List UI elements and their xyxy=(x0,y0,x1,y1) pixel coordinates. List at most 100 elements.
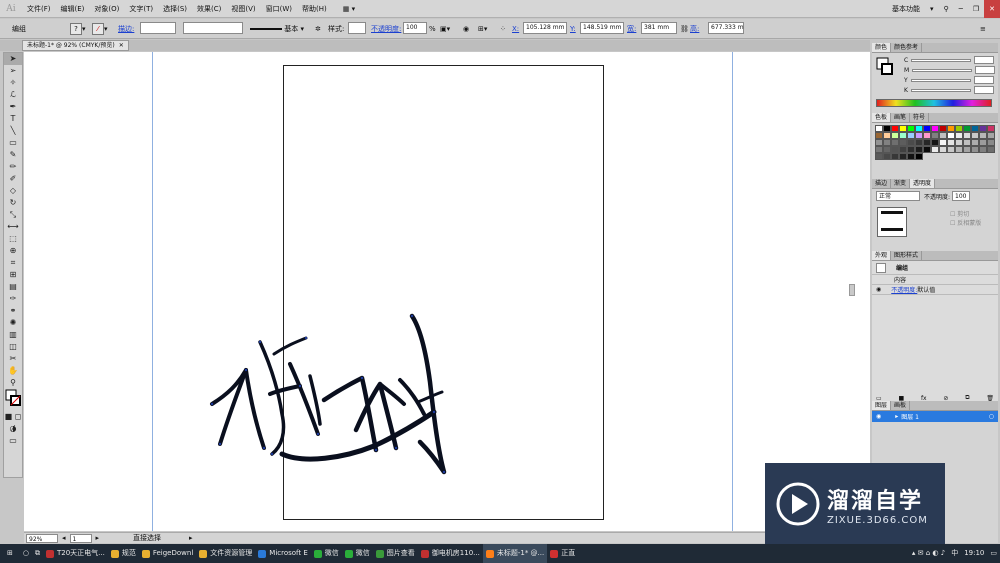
color-swatch[interactable] xyxy=(971,125,979,132)
maximize-button[interactable]: ❐ xyxy=(968,0,984,18)
workspace-switcher[interactable]: 基本功能 xyxy=(887,0,925,18)
color-swatch[interactable] xyxy=(931,125,939,132)
visibility-eye-icon[interactable]: ◉ xyxy=(876,286,881,293)
width-tool-icon[interactable]: ⟷ xyxy=(4,221,22,233)
color-swatch[interactable] xyxy=(899,132,907,139)
color-swatch[interactable] xyxy=(939,132,947,139)
gray-swatch[interactable] xyxy=(971,132,979,139)
gray-swatch[interactable] xyxy=(939,146,947,153)
gray-swatch[interactable] xyxy=(883,139,891,146)
panel-menu-icon[interactable]: ≡ xyxy=(980,22,986,36)
prev-artboard-icon[interactable]: ◂ xyxy=(62,534,66,542)
blend-mode-select[interactable]: 正常 xyxy=(876,191,920,201)
color-swatch[interactable] xyxy=(907,132,915,139)
appearance-opacity-row[interactable]: ◉ 不透明度: 默认值 xyxy=(872,285,998,295)
taskbar-item[interactable]: 规范 xyxy=(108,544,139,563)
shape-builder-tool-icon[interactable]: ⊕ xyxy=(4,245,22,257)
notification-icon[interactable]: ▭ xyxy=(987,544,1000,563)
ime-indicator[interactable]: 中 xyxy=(948,544,961,563)
canvas-area[interactable] xyxy=(24,52,870,531)
line-tool-icon[interactable]: ╲ xyxy=(4,125,22,137)
stroke-color-icon[interactable]: ⁄ ▾ xyxy=(92,22,108,36)
color-swatch[interactable] xyxy=(915,125,923,132)
hand-tool-icon[interactable]: ✋ xyxy=(4,365,22,377)
eraser-tool-icon[interactable]: ◇ xyxy=(4,185,22,197)
gray-swatch[interactable] xyxy=(891,139,899,146)
tab-brushes[interactable]: 画笔 xyxy=(891,113,911,122)
color-fill-stroke-icon[interactable] xyxy=(876,57,894,79)
lasso-tool-icon[interactable]: ℒ xyxy=(4,89,22,101)
gray-swatch[interactable] xyxy=(939,139,947,146)
gray-swatch[interactable] xyxy=(875,153,883,160)
tab-graphic-styles[interactable]: 图形样式 xyxy=(891,251,923,260)
variable-width-profile[interactable] xyxy=(183,22,243,34)
gradient-tool-icon[interactable]: ▤ xyxy=(4,281,22,293)
gray-swatch[interactable] xyxy=(971,146,979,153)
tab-layers[interactable]: 图层 xyxy=(872,401,892,410)
gray-swatch[interactable] xyxy=(979,132,987,139)
invert-mask-checkbox[interactable]: ☐ 反相蒙版 xyxy=(950,218,981,227)
color-swatch[interactable] xyxy=(891,125,899,132)
gray-swatch[interactable] xyxy=(907,146,915,153)
fill-color-icon[interactable]: ? ▾ xyxy=(70,22,86,36)
signature-artwork[interactable] xyxy=(24,52,870,531)
search-icon[interactable]: ○ xyxy=(20,544,32,563)
mesh-tool-icon[interactable]: ⊞ xyxy=(4,269,22,281)
layer-target-icon[interactable]: ○ xyxy=(989,413,994,420)
rectangle-tool-icon[interactable]: ▭ xyxy=(4,137,22,149)
gray-swatch[interactable] xyxy=(875,146,883,153)
stroke-label-link[interactable]: 描边: xyxy=(118,22,134,36)
gray-swatch[interactable] xyxy=(971,139,979,146)
menu-help[interactable]: 帮助(H) xyxy=(297,0,332,18)
color-swatch[interactable] xyxy=(955,125,963,132)
gray-swatch[interactable] xyxy=(947,146,955,153)
symbol-sprayer-tool-icon[interactable]: ✺ xyxy=(4,317,22,329)
height-field[interactable]: 677.333 m xyxy=(708,22,744,34)
width-field[interactable]: 381 mm xyxy=(641,22,677,34)
next-artboard-icon[interactable]: ▸ xyxy=(96,534,100,542)
gray-swatch[interactable] xyxy=(987,132,995,139)
gray-swatch[interactable] xyxy=(907,153,915,160)
screen-mode-icon[interactable]: ▭ xyxy=(4,435,22,447)
opacity-field[interactable]: 100 xyxy=(403,22,427,34)
color-swatch[interactable] xyxy=(883,132,891,139)
selection-tool-icon[interactable]: ➤ xyxy=(4,53,22,65)
gray-swatch[interactable] xyxy=(979,139,987,146)
x-field[interactable]: 105.128 mm xyxy=(523,22,567,34)
menu-type[interactable]: 文字(T) xyxy=(124,0,158,18)
gray-swatch[interactable] xyxy=(891,153,899,160)
color-swatch[interactable] xyxy=(979,125,987,132)
gray-swatch[interactable] xyxy=(955,132,963,139)
menu-window[interactable]: 窗口(W) xyxy=(261,0,297,18)
gray-swatch[interactable] xyxy=(979,146,987,153)
free-transform-tool-icon[interactable]: ⬚ xyxy=(4,233,22,245)
perspective-grid-tool-icon[interactable]: ⌗ xyxy=(4,257,22,269)
color-swatch[interactable] xyxy=(875,132,883,139)
layer-visibility-icon[interactable]: ◉ xyxy=(876,413,881,420)
gray-swatch[interactable] xyxy=(987,139,995,146)
add-effect-icon[interactable]: fx xyxy=(921,395,927,402)
menu-object[interactable]: 对象(O) xyxy=(89,0,124,18)
y-field[interactable]: 148.519 mm xyxy=(580,22,624,34)
color-swatch[interactable] xyxy=(891,132,899,139)
document-setup-icon[interactable]: ◉ xyxy=(463,22,469,36)
m-slider[interactable] xyxy=(912,68,973,72)
color-swatch[interactable] xyxy=(883,125,891,132)
c-field[interactable] xyxy=(974,56,995,64)
fill-stroke-icon[interactable] xyxy=(4,389,22,411)
zoom-field[interactable]: 92% xyxy=(26,533,58,543)
taskbar-item[interactable]: T20天正电气... xyxy=(43,544,108,563)
gray-swatch[interactable] xyxy=(931,139,939,146)
scale-tool-icon[interactable]: ⤡ xyxy=(4,209,22,221)
k-slider[interactable] xyxy=(910,88,971,92)
delete-item-icon[interactable]: 🗑 xyxy=(986,395,994,402)
gray-swatch[interactable] xyxy=(923,146,931,153)
color-swatch[interactable] xyxy=(907,125,915,132)
gray-swatch[interactable] xyxy=(891,146,899,153)
gray-swatch[interactable] xyxy=(923,139,931,146)
layer-expand-icon[interactable]: ▸ xyxy=(895,413,898,420)
taskbar-item[interactable]: 正直 xyxy=(547,544,578,563)
taskbar-item[interactable]: 御电机房110... xyxy=(418,544,483,563)
magic-wand-tool-icon[interactable]: ✧ xyxy=(4,77,22,89)
taskbar-item[interactable]: 未标题-1* @... xyxy=(482,544,548,563)
